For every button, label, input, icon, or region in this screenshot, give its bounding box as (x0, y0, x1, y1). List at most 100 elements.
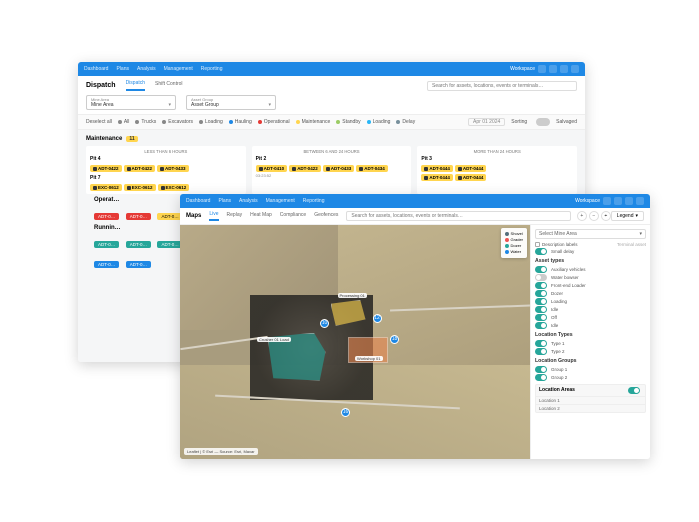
asset-card[interactable]: ADT-0422 (124, 165, 156, 172)
asset-pill[interactable]: ADT-0… (126, 261, 151, 268)
help-icon[interactable] (625, 197, 633, 205)
tab-compliance[interactable]: Compliance (280, 212, 306, 220)
asset-pill[interactable]: ADT-0… (94, 213, 119, 220)
asset-pill[interactable]: ADT-0… (94, 241, 119, 248)
map-marker[interactable]: 12 (373, 314, 382, 323)
filter-hauling[interactable]: Hauling (229, 119, 252, 125)
filter-excavators[interactable]: Excavators (162, 119, 193, 125)
toggle-dozer[interactable] (535, 290, 547, 297)
toggle-idle[interactable] (535, 306, 547, 313)
nav-analysis[interactable]: Analysis (239, 198, 258, 204)
asset-pill[interactable]: ADT-0… (126, 241, 151, 248)
small-delay-toggle[interactable] (535, 248, 547, 255)
toggle-water[interactable] (535, 274, 547, 281)
map-marker[interactable]: 10 (320, 319, 329, 328)
asset-card[interactable]: ADT-0433 (157, 165, 189, 172)
asset-group-select[interactable]: Asset Group Asset Group▾ (186, 95, 276, 110)
asset-card[interactable]: ADT-0422 (90, 165, 122, 172)
asset-pill[interactable]: ADT-0… (157, 213, 182, 220)
location-areas-toggle[interactable] (628, 387, 640, 394)
nav-plans[interactable]: Plans (218, 198, 231, 204)
filter-standby[interactable]: Standby (336, 119, 360, 125)
nav-reporting[interactable]: Reporting (303, 198, 325, 204)
tab-heatmap[interactable]: Heat Map (250, 212, 272, 220)
map-canvas[interactable]: Crusher 01 Load Processing 01 Workshop 0… (180, 225, 530, 459)
asset-card[interactable]: EXC-0612 (158, 184, 190, 191)
gear-icon[interactable] (614, 197, 622, 205)
desc-labels-checkbox[interactable] (535, 242, 540, 247)
asset-card[interactable]: ADT-0410 (256, 165, 288, 172)
nav-plans[interactable]: Plans (116, 66, 129, 72)
asset-card[interactable]: EXC-0612 (124, 184, 156, 191)
search-input[interactable] (346, 211, 570, 221)
asset-card[interactable]: ADT-0444 (421, 165, 453, 172)
map-attribution: Leaflet | © Esri — Source: Esri, Maxar (184, 448, 258, 455)
home-icon[interactable] (538, 65, 546, 73)
mine-area-select[interactable]: Select Mine Area▾ (535, 229, 646, 239)
toggle-loc-grp2[interactable] (535, 374, 547, 381)
gear-icon[interactable] (549, 65, 557, 73)
tab-geofences[interactable]: Geofences (314, 212, 338, 220)
asset-card[interactable]: ADT-0422 (289, 165, 321, 172)
toggle-idle2[interactable] (535, 322, 547, 329)
asset-card[interactable]: EXC-0612 (90, 184, 122, 191)
asset-card[interactable]: ADT-0444 (455, 165, 487, 172)
workspace-label[interactable]: Workspace (510, 66, 535, 72)
zoom-in-button[interactable]: + (577, 211, 587, 221)
asset-pill[interactable]: ADT-0… (157, 241, 182, 248)
nav-dashboard[interactable]: Dashboard (84, 66, 108, 72)
toggle-loading[interactable] (535, 298, 547, 305)
workspace-label[interactable]: Workspace (575, 198, 600, 204)
nav-dashboard[interactable]: Dashboard (186, 198, 210, 204)
asset-card[interactable]: ADT-0434 (356, 165, 388, 172)
toggle-loc-type2[interactable] (535, 348, 547, 355)
list-item[interactable]: Location 1 (536, 396, 645, 404)
mine-area-select[interactable]: Mine Area Mine Area▾ (86, 95, 176, 110)
legend-toggle[interactable]: Legend▾ (611, 211, 644, 221)
toggle-loc-type1[interactable] (535, 340, 547, 347)
nav-reporting[interactable]: Reporting (201, 66, 223, 72)
filter-loading[interactable]: Loading (199, 119, 223, 125)
salvaged-toggle[interactable] (536, 118, 550, 126)
filter-operational[interactable]: Operational (258, 119, 290, 125)
asset-pill[interactable]: ADT-0… (94, 261, 119, 268)
filter-deselect-all[interactable]: Deselect all (86, 119, 112, 125)
tab-dispatch[interactable]: Dispatch (126, 80, 145, 91)
filter-delay[interactable]: Delay (396, 119, 415, 125)
truck-icon (127, 186, 131, 190)
asset-card[interactable]: ADT-0433 (323, 165, 355, 172)
help-icon[interactable] (560, 65, 568, 73)
user-icon[interactable] (571, 65, 579, 73)
home-icon[interactable] (603, 197, 611, 205)
map-marker[interactable]: 18 (390, 335, 399, 344)
tab-live[interactable]: Live (209, 211, 218, 221)
asset-card[interactable]: ADT-0444 (421, 174, 453, 181)
filter-all[interactable]: All (118, 119, 130, 125)
filter-loading2[interactable]: Loading (367, 119, 391, 125)
zoom-out-button[interactable]: − (589, 211, 599, 221)
sort-label[interactable]: Sorting (511, 119, 527, 125)
date-filter[interactable]: Apr 01 2024 (468, 118, 505, 126)
toggle-loc-grp1[interactable] (535, 366, 547, 373)
asset-card[interactable]: ADT-0444 (455, 174, 487, 181)
toggle-off[interactable] (535, 314, 547, 321)
nav-analysis[interactable]: Analysis (137, 66, 156, 72)
maintenance-count: 11 (126, 136, 137, 142)
map-marker[interactable]: 16 (341, 408, 350, 417)
toggle-aux[interactable] (535, 266, 547, 273)
section-maintenance-title: Maintenance (86, 136, 122, 142)
list-item[interactable]: Location 2 (536, 404, 645, 412)
maps-subheader: Maps Live Replay Heat Map Compliance Geo… (180, 208, 650, 225)
nav-management[interactable]: Management (266, 198, 295, 204)
asset-pill[interactable]: ADT-0… (126, 213, 151, 220)
toggle-fel[interactable] (535, 282, 547, 289)
tab-replay[interactable]: Replay (227, 212, 243, 220)
filter-trucks[interactable]: Trucks (135, 119, 156, 125)
user-icon[interactable] (636, 197, 644, 205)
nav-management[interactable]: Management (164, 66, 193, 72)
chevron-down-icon: ▾ (639, 231, 642, 237)
tab-shift-control[interactable]: Shift Control (155, 81, 183, 90)
center-button[interactable]: ⌖ (601, 211, 611, 221)
search-input[interactable] (427, 81, 577, 91)
filter-maintenance[interactable]: Maintenance (296, 119, 331, 125)
